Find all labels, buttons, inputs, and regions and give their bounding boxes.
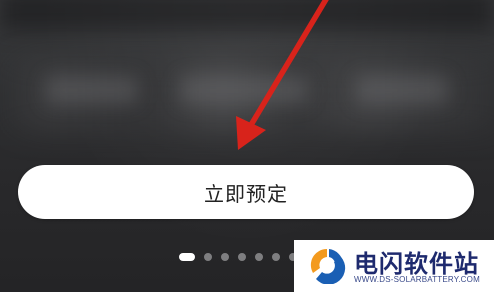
- pager-dot-active[interactable]: [179, 253, 195, 261]
- pager-dot[interactable]: [221, 253, 229, 261]
- blurred-item: [180, 76, 308, 104]
- pager-dot[interactable]: [204, 253, 212, 261]
- pager-dot[interactable]: [255, 253, 263, 261]
- pager-dot[interactable]: [238, 253, 246, 261]
- ds-logo-icon: [310, 248, 346, 284]
- blurred-item: [46, 76, 138, 104]
- pager-dot[interactable]: [272, 253, 280, 261]
- watermark-title: 电闪软件站: [354, 250, 479, 278]
- blurred-header-region: [0, 0, 494, 30]
- carousel-pager: [179, 252, 297, 262]
- watermark-url: WWW.DS-SOLARBATTERY.COM: [354, 275, 480, 284]
- watermark-badge: 电闪软件站 WWW.DS-SOLARBATTERY.COM: [294, 240, 494, 292]
- book-now-button[interactable]: 立即预定: [18, 165, 474, 219]
- book-now-label: 立即预定: [204, 181, 288, 206]
- blurred-item: [356, 76, 448, 104]
